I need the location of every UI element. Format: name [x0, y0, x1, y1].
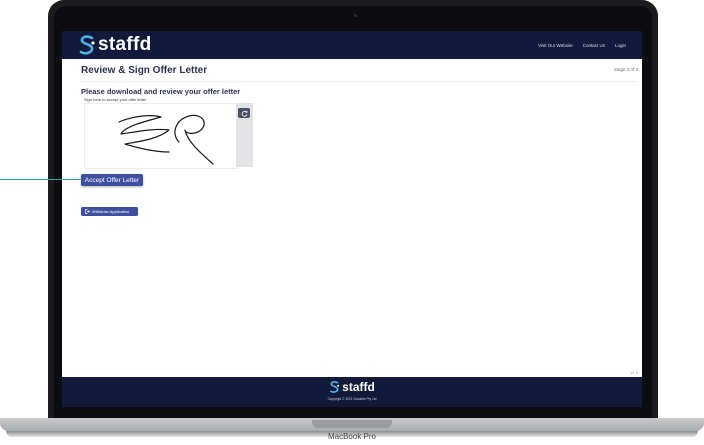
accept-offer-button[interactable]: Accept Offer Letter: [81, 174, 143, 186]
signature-label: Sign here to accept your offer letter: [84, 97, 147, 102]
footer: staffd Copyright © 2021 Solvable Pty Ltd: [62, 377, 642, 407]
clear-signature-button[interactable]: [238, 108, 250, 118]
section-heading: Please download and review your offer le…: [81, 87, 241, 96]
refresh-icon: [241, 110, 247, 117]
page-title: Review & Sign Offer Letter: [81, 65, 208, 76]
exit-icon: [85, 209, 90, 214]
top-navbar: staffd Visit Our Website Contact Us Logi…: [62, 31, 642, 59]
brand-logo[interactable]: staffd: [78, 33, 152, 57]
nav-visit-website[interactable]: Visit Our Website: [538, 43, 573, 48]
stage-indicator: Stage 3 of 3: [613, 67, 638, 72]
copyright-text: Copyright © 2021 Solvable Pty Ltd: [327, 397, 377, 401]
staffd-logo-icon: [79, 35, 95, 55]
main-content: Review & Sign Offer Letter Stage 3 of 3 …: [62, 59, 642, 377]
nav-contact-us[interactable]: Contact Us: [583, 43, 605, 48]
signature-stroke: [118, 114, 214, 165]
laptop-hinge-notch: [312, 420, 392, 428]
top-nav: Visit Our Website Contact Us Login: [538, 31, 626, 59]
staffd-logo-icon: [330, 381, 340, 393]
footer-logo: staffd: [62, 380, 642, 394]
callout-line: [0, 179, 82, 180]
signature-pad[interactable]: [84, 103, 238, 169]
divider: [81, 81, 636, 82]
laptop-model-label: MacBook Pro: [327, 432, 377, 441]
withdraw-application-button[interactable]: Withdraw Application: [81, 207, 138, 216]
footer-brand-name: staffd: [342, 380, 375, 394]
withdraw-label: Withdraw Application: [92, 209, 130, 214]
screen: staffd Visit Our Website Contact Us Logi…: [62, 31, 642, 407]
nav-login[interactable]: Login: [615, 43, 626, 48]
brand-name: staffd: [98, 34, 152, 55]
version-label: v1.3: [630, 370, 638, 375]
camera-icon: [354, 14, 357, 17]
